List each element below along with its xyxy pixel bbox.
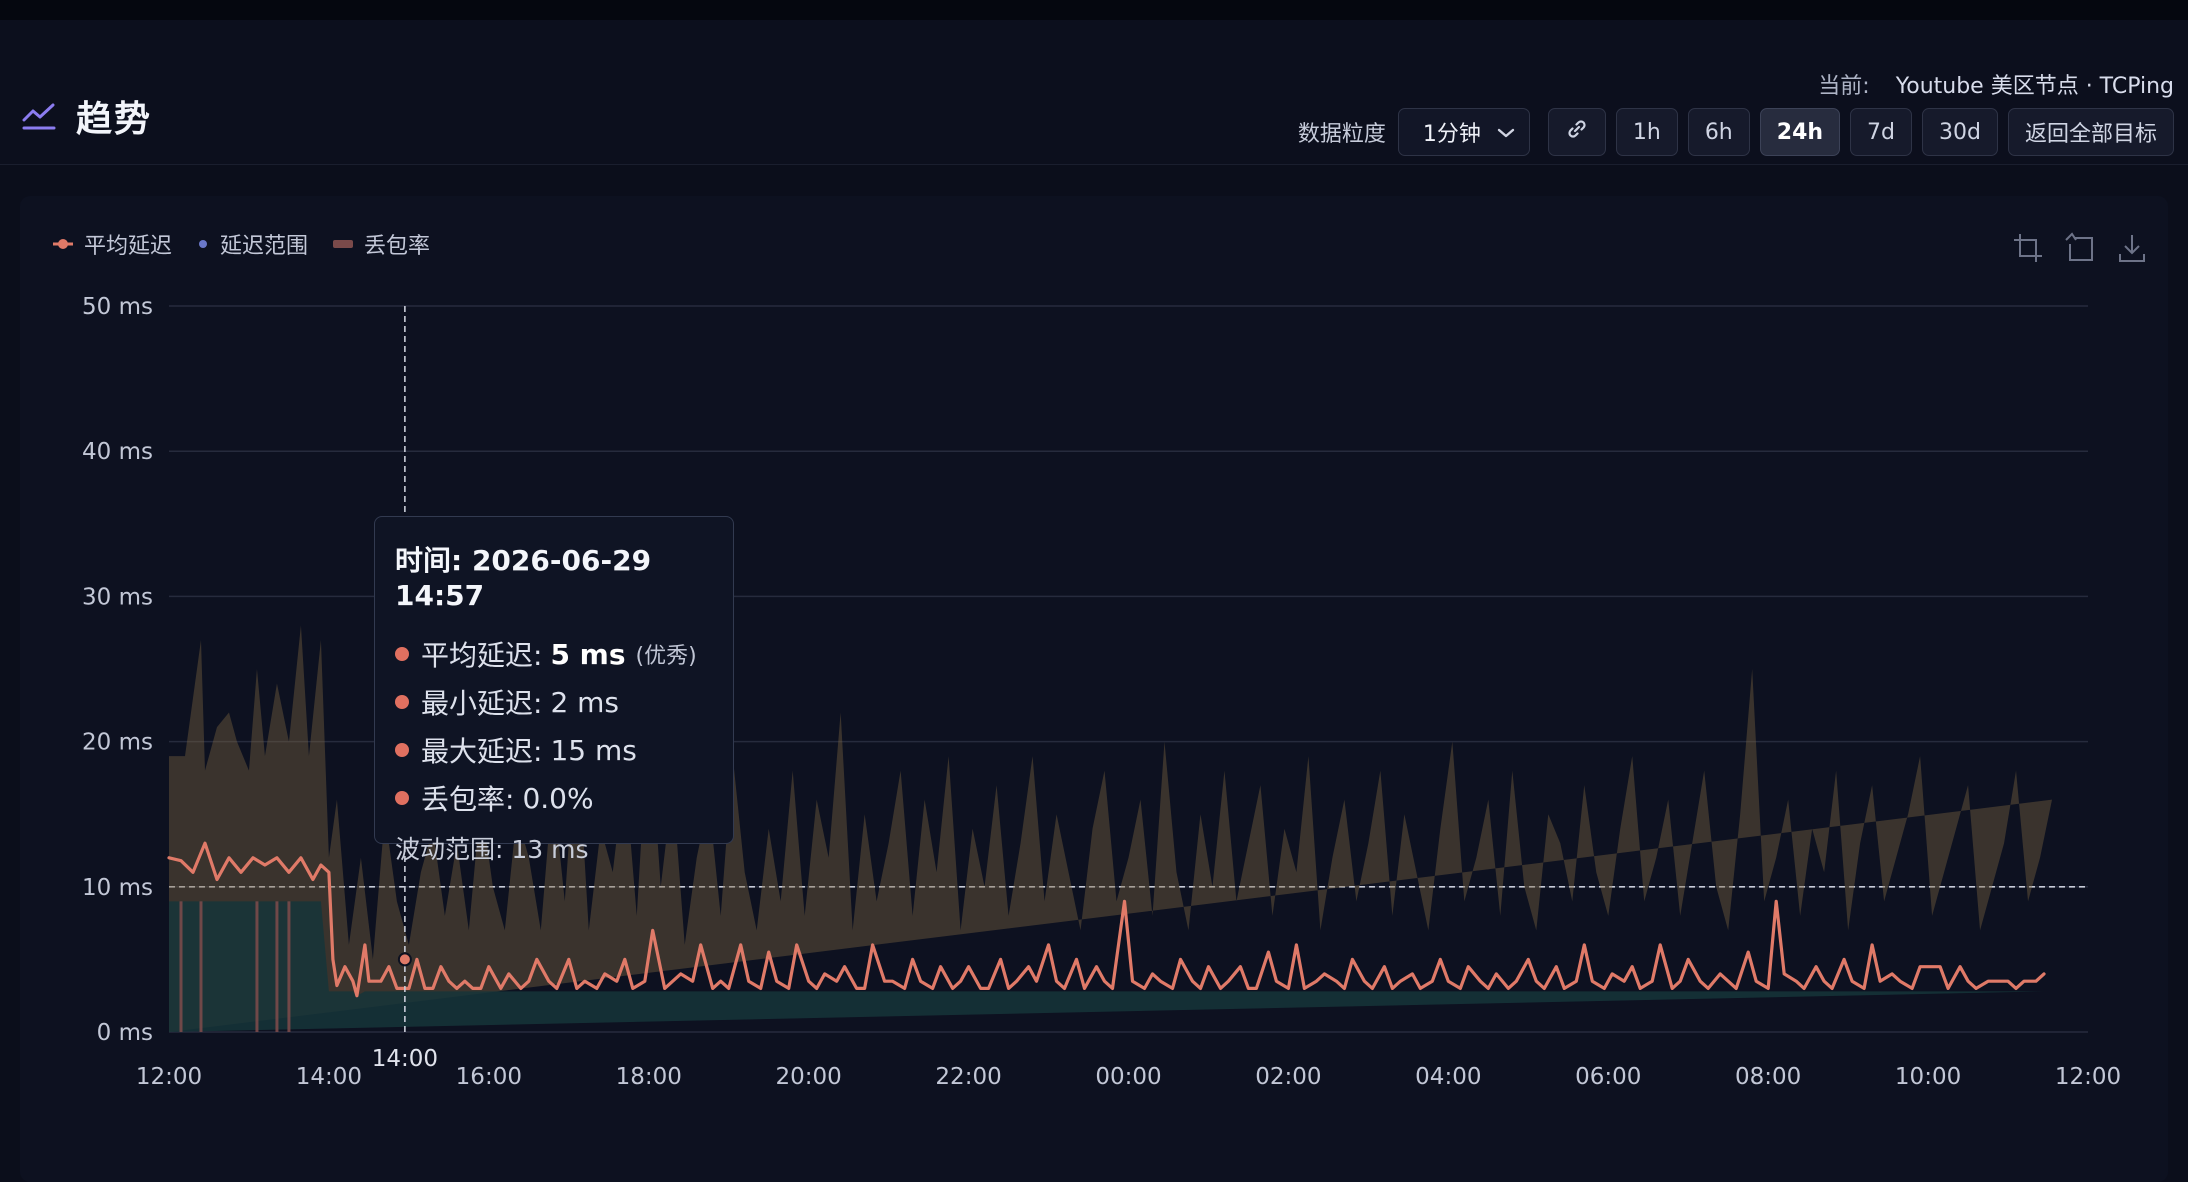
- x-tick-label: 16:00: [456, 1064, 522, 1090]
- x-tick-label: 12:00: [2055, 1064, 2121, 1090]
- tooltip-range: 波动范围: 13 ms: [395, 830, 733, 866]
- tooltip-dot: [395, 647, 409, 661]
- tooltip-row-max: 最大延迟: 15 ms: [395, 726, 733, 774]
- tooltip-range-value: 13 ms: [511, 835, 589, 864]
- packet-loss-bar: [179, 901, 183, 1032]
- chart-tooltip: 时间: 2026-06-29 14:57 平均延迟: 5 ms (优秀) 最小延…: [374, 516, 734, 864]
- x-tick-label: 22:00: [935, 1064, 1001, 1090]
- tooltip-time: 时间: 2026-06-29 14:57: [395, 544, 652, 612]
- x-tick-label: 12:00: [136, 1064, 202, 1090]
- trend-chart: 0 ms 10 ms 20 ms 30 ms 40 ms 50 ms 12:00 14:00 1…: [82, 294, 2121, 1090]
- packet-loss-bar: [255, 901, 259, 1032]
- tooltip-dot: [395, 695, 409, 709]
- tooltip-loss-label: 丢包率:: [421, 783, 515, 816]
- y-tick-label: 20 ms: [82, 730, 153, 756]
- x-tick-label: 08:00: [1735, 1064, 1801, 1090]
- tooltip-min-value: 2 ms: [550, 685, 620, 719]
- cursor-axis-label: 14:00: [372, 1046, 438, 1072]
- packet-loss-bar: [199, 901, 203, 1032]
- x-tick-label: 10:00: [1895, 1064, 1961, 1090]
- y-tick-label: 10 ms: [82, 875, 153, 901]
- x-tick-label: 06:00: [1575, 1064, 1641, 1090]
- tooltip-max-label: 最大延迟:: [421, 735, 543, 768]
- tooltip-dot: [395, 743, 409, 757]
- tooltip-row-min: 最小延迟: 2 ms: [395, 678, 733, 726]
- y-tick-label: 0 ms: [97, 1020, 153, 1046]
- x-tick-label: 02:00: [1255, 1064, 1321, 1090]
- tooltip-avg-label: 平均延迟:: [421, 639, 543, 672]
- y-tick-label: 40 ms: [82, 439, 153, 465]
- y-tick-label: 50 ms: [82, 294, 153, 320]
- x-tick-label: 20:00: [776, 1064, 842, 1090]
- x-tick-label: 00:00: [1095, 1064, 1161, 1090]
- tooltip-range-label: 波动范围:: [395, 835, 504, 864]
- tooltip-loss-value: 0.0%: [522, 781, 594, 815]
- x-tick-label: 04:00: [1415, 1064, 1481, 1090]
- tooltip-max-value: 15 ms: [550, 733, 637, 767]
- x-tick-label: 18:00: [616, 1064, 682, 1090]
- y-tick-label: 30 ms: [82, 584, 153, 610]
- packet-loss-bar: [275, 901, 279, 1032]
- tooltip-avg-note: (优秀): [635, 644, 697, 669]
- tooltip-min-label: 最小延迟:: [421, 687, 543, 720]
- packet-loss-bar: [287, 901, 291, 1032]
- tooltip-row-loss: 丢包率: 0.0%: [395, 774, 733, 822]
- x-tick-label: 14:00: [296, 1064, 362, 1090]
- tooltip-avg-value: 5 ms: [550, 637, 626, 671]
- cursor-point: [397, 952, 412, 967]
- tooltip-dot: [395, 791, 409, 805]
- tooltip-row-avg: 平均延迟: 5 ms (优秀): [395, 630, 733, 678]
